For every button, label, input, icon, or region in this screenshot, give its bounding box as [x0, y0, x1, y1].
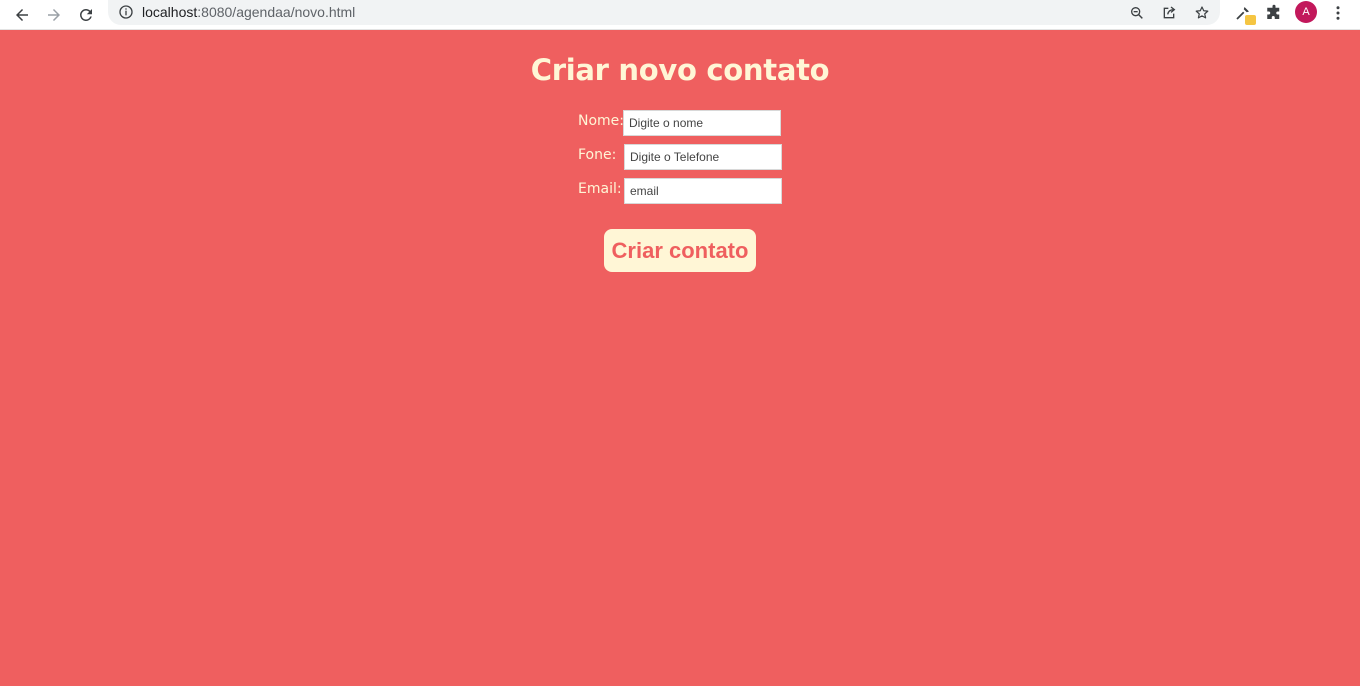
phone-label: Fone: — [578, 147, 617, 163]
address-bar[interactable]: localhost:8080/agendaa/novo.html — [108, 0, 1220, 25]
zoom-icon[interactable] — [1127, 3, 1147, 23]
browser-toolbar: localhost:8080/agendaa/novo.html A — [0, 0, 1360, 30]
name-input[interactable] — [623, 110, 781, 136]
forward-icon[interactable] — [42, 3, 66, 27]
url-path: :8080/agendaa/novo.html — [197, 4, 356, 20]
site-info-icon[interactable] — [118, 4, 134, 20]
back-icon[interactable] — [10, 3, 34, 27]
extensions-puzzle-icon[interactable] — [1263, 2, 1285, 24]
name-label: Nome: — [578, 113, 625, 129]
url-text: localhost:8080/agendaa/novo.html — [142, 4, 355, 20]
create-contact-button[interactable]: Criar contato — [604, 229, 756, 272]
profile-avatar[interactable]: A — [1295, 1, 1317, 23]
email-input[interactable] — [624, 178, 782, 204]
phone-input[interactable] — [624, 144, 782, 170]
page-title: Criar novo contato — [530, 53, 830, 87]
reload-icon[interactable] — [74, 3, 98, 27]
menu-kebab-icon[interactable] — [1327, 2, 1349, 24]
url-host: localhost — [142, 4, 198, 20]
email-label: Email: — [578, 181, 622, 197]
share-icon[interactable] — [1159, 3, 1179, 23]
extension-badge — [1245, 15, 1256, 25]
page-body: Criar novo contato Nome: Fone: Email: Cr… — [0, 31, 1360, 686]
bookmark-star-icon[interactable] — [1192, 3, 1212, 23]
